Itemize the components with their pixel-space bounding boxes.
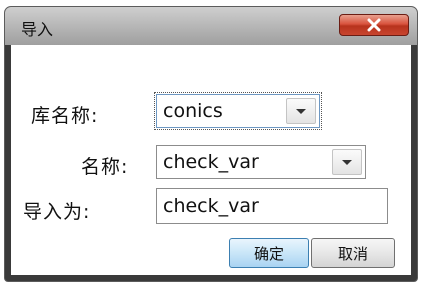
- chevron-down-icon: [296, 108, 306, 114]
- library-dropdown-button[interactable]: [286, 98, 316, 124]
- library-name-dropdown[interactable]: conics: [154, 92, 322, 130]
- import-as-value[interactable]: check_var: [163, 195, 259, 217]
- dialog-body: 库名称: conics 名称: check_var 导入为: check_var…: [11, 45, 411, 275]
- title-bar[interactable]: 导入: [5, 7, 417, 45]
- import-as-field[interactable]: check_var: [156, 188, 388, 224]
- import-as-label: 导入为:: [23, 201, 91, 223]
- chevron-down-icon: [342, 159, 352, 165]
- ok-button[interactable]: 确定: [229, 238, 309, 268]
- name-label: 名称:: [81, 156, 129, 178]
- library-name-value: conics: [163, 100, 223, 122]
- library-name-label: 库名称:: [31, 105, 99, 127]
- dialog-title: 导入: [21, 20, 54, 39]
- name-dropdown-button[interactable]: [332, 149, 362, 175]
- name-value: check_var: [163, 151, 259, 173]
- close-icon: [367, 18, 381, 32]
- close-button[interactable]: [339, 14, 409, 36]
- cancel-button[interactable]: 取消: [311, 238, 395, 268]
- name-dropdown[interactable]: check_var: [156, 145, 366, 179]
- import-dialog: 导入 库名称: conics 名称: check_var 导入为: check_…: [4, 6, 418, 282]
